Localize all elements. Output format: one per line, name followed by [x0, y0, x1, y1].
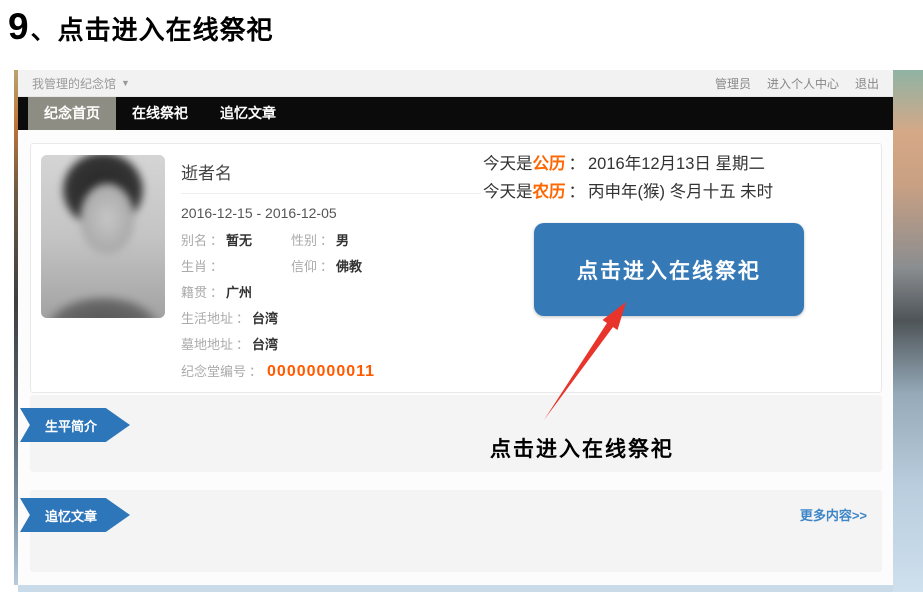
detail-row: 生活地址：台湾: [181, 306, 481, 332]
detail-row: 别名：暂无 性别：男: [181, 228, 481, 254]
lunar-date-value: 丙申年(猴) 冬月十五 未时: [588, 183, 773, 201]
main-nav: 纪念首页 在线祭祀 追忆文章: [18, 97, 893, 130]
memorial-page: 我管理的纪念馆 ▼ 管理员 进入个人中心 退出 纪念首页 在线祭祀 追忆文章 逝…: [18, 70, 893, 585]
step-separator: 、: [31, 11, 56, 47]
field-gender: 性别：男: [291, 228, 349, 254]
field-alias: 别名：暂无: [181, 228, 291, 254]
deceased-name: 逝者名: [181, 154, 481, 194]
hall-number-row: 纪念堂编号：00000000011: [181, 358, 481, 386]
step-title-text: 点击进入在线祭祀: [58, 10, 274, 47]
detail-row: 墓地地址：台湾: [181, 332, 481, 358]
tutorial-annotation-text: 点击进入在线祭祀: [490, 433, 674, 463]
deceased-photo-blurred-portrait: [41, 155, 165, 318]
field-faith: 信仰：佛教: [291, 254, 362, 280]
tab-memory-articles[interactable]: 追忆文章: [204, 97, 292, 130]
more-content-link[interactable]: 更多内容>>: [800, 505, 867, 524]
step-number: 9: [8, 6, 29, 48]
detail-row: 籍贯：广州: [181, 280, 481, 306]
account-links: 管理员 进入个人中心 退出: [715, 75, 879, 92]
tutorial-step-title: 9 、 点击进入在线祭祀: [8, 6, 274, 48]
caret-down-icon: ▼: [121, 78, 130, 88]
my-memorials-dropdown[interactable]: 我管理的纪念馆 ▼: [32, 75, 130, 92]
today-date-info: 今天是公历：2016年12月13日 星期二 今天是农历：丙申年(猴) 冬月十五 …: [483, 150, 773, 206]
field-living-address: 生活地址：台湾: [181, 306, 278, 332]
top-utility-bar: 我管理的纪念馆 ▼ 管理员 进入个人中心 退出: [18, 70, 893, 97]
field-zodiac: 生肖：: [181, 254, 291, 280]
logout-link[interactable]: 退出: [855, 75, 879, 92]
field-native-place: 籍贯：广州: [181, 280, 252, 306]
deceased-dates: 2016-12-15 - 2016-12-05: [181, 205, 481, 221]
admin-link[interactable]: 管理员: [715, 75, 751, 92]
background-photo-bottom-strip: [18, 585, 893, 592]
enter-online-worship-button[interactable]: 点击进入在线祭祀: [534, 223, 804, 316]
lunar-calendar-label: 农历: [533, 183, 566, 201]
solar-calendar-label: 公历: [533, 155, 566, 173]
deceased-profile-card: 逝者名 2016-12-15 - 2016-12-05 别名：暂无 性别：男 生…: [30, 143, 882, 393]
solar-date-line: 今天是公历：2016年12月13日 星期二: [483, 150, 773, 178]
field-grave-address: 墓地地址：台湾: [181, 332, 278, 358]
background-photo-right-strip: [893, 70, 923, 592]
my-memorials-label: 我管理的纪念馆: [32, 75, 116, 92]
deceased-details: 逝者名 2016-12-15 - 2016-12-05 别名：暂无 性别：男 生…: [181, 154, 481, 386]
solar-date-value: 2016年12月13日 星期二: [588, 155, 765, 173]
hall-number-label: 纪念堂编号: [181, 358, 246, 386]
memory-articles-section: [30, 490, 882, 572]
biography-section: [30, 395, 882, 472]
tab-memorial-home[interactable]: 纪念首页: [28, 97, 116, 130]
tab-online-worship[interactable]: 在线祭祀: [116, 97, 204, 130]
lunar-date-line: 今天是农历：丙申年(猴) 冬月十五 未时: [483, 178, 773, 206]
detail-row: 生肖： 信仰：佛教: [181, 254, 481, 280]
hall-number-value: 00000000011: [267, 358, 375, 386]
personal-center-link[interactable]: 进入个人中心: [767, 75, 839, 92]
deceased-photo: [41, 155, 165, 318]
screenshot: 9 、 点击进入在线祭祀 我管理的纪念馆 ▼ 管理员 进入个人中心 退出 纪念首…: [0, 0, 923, 592]
